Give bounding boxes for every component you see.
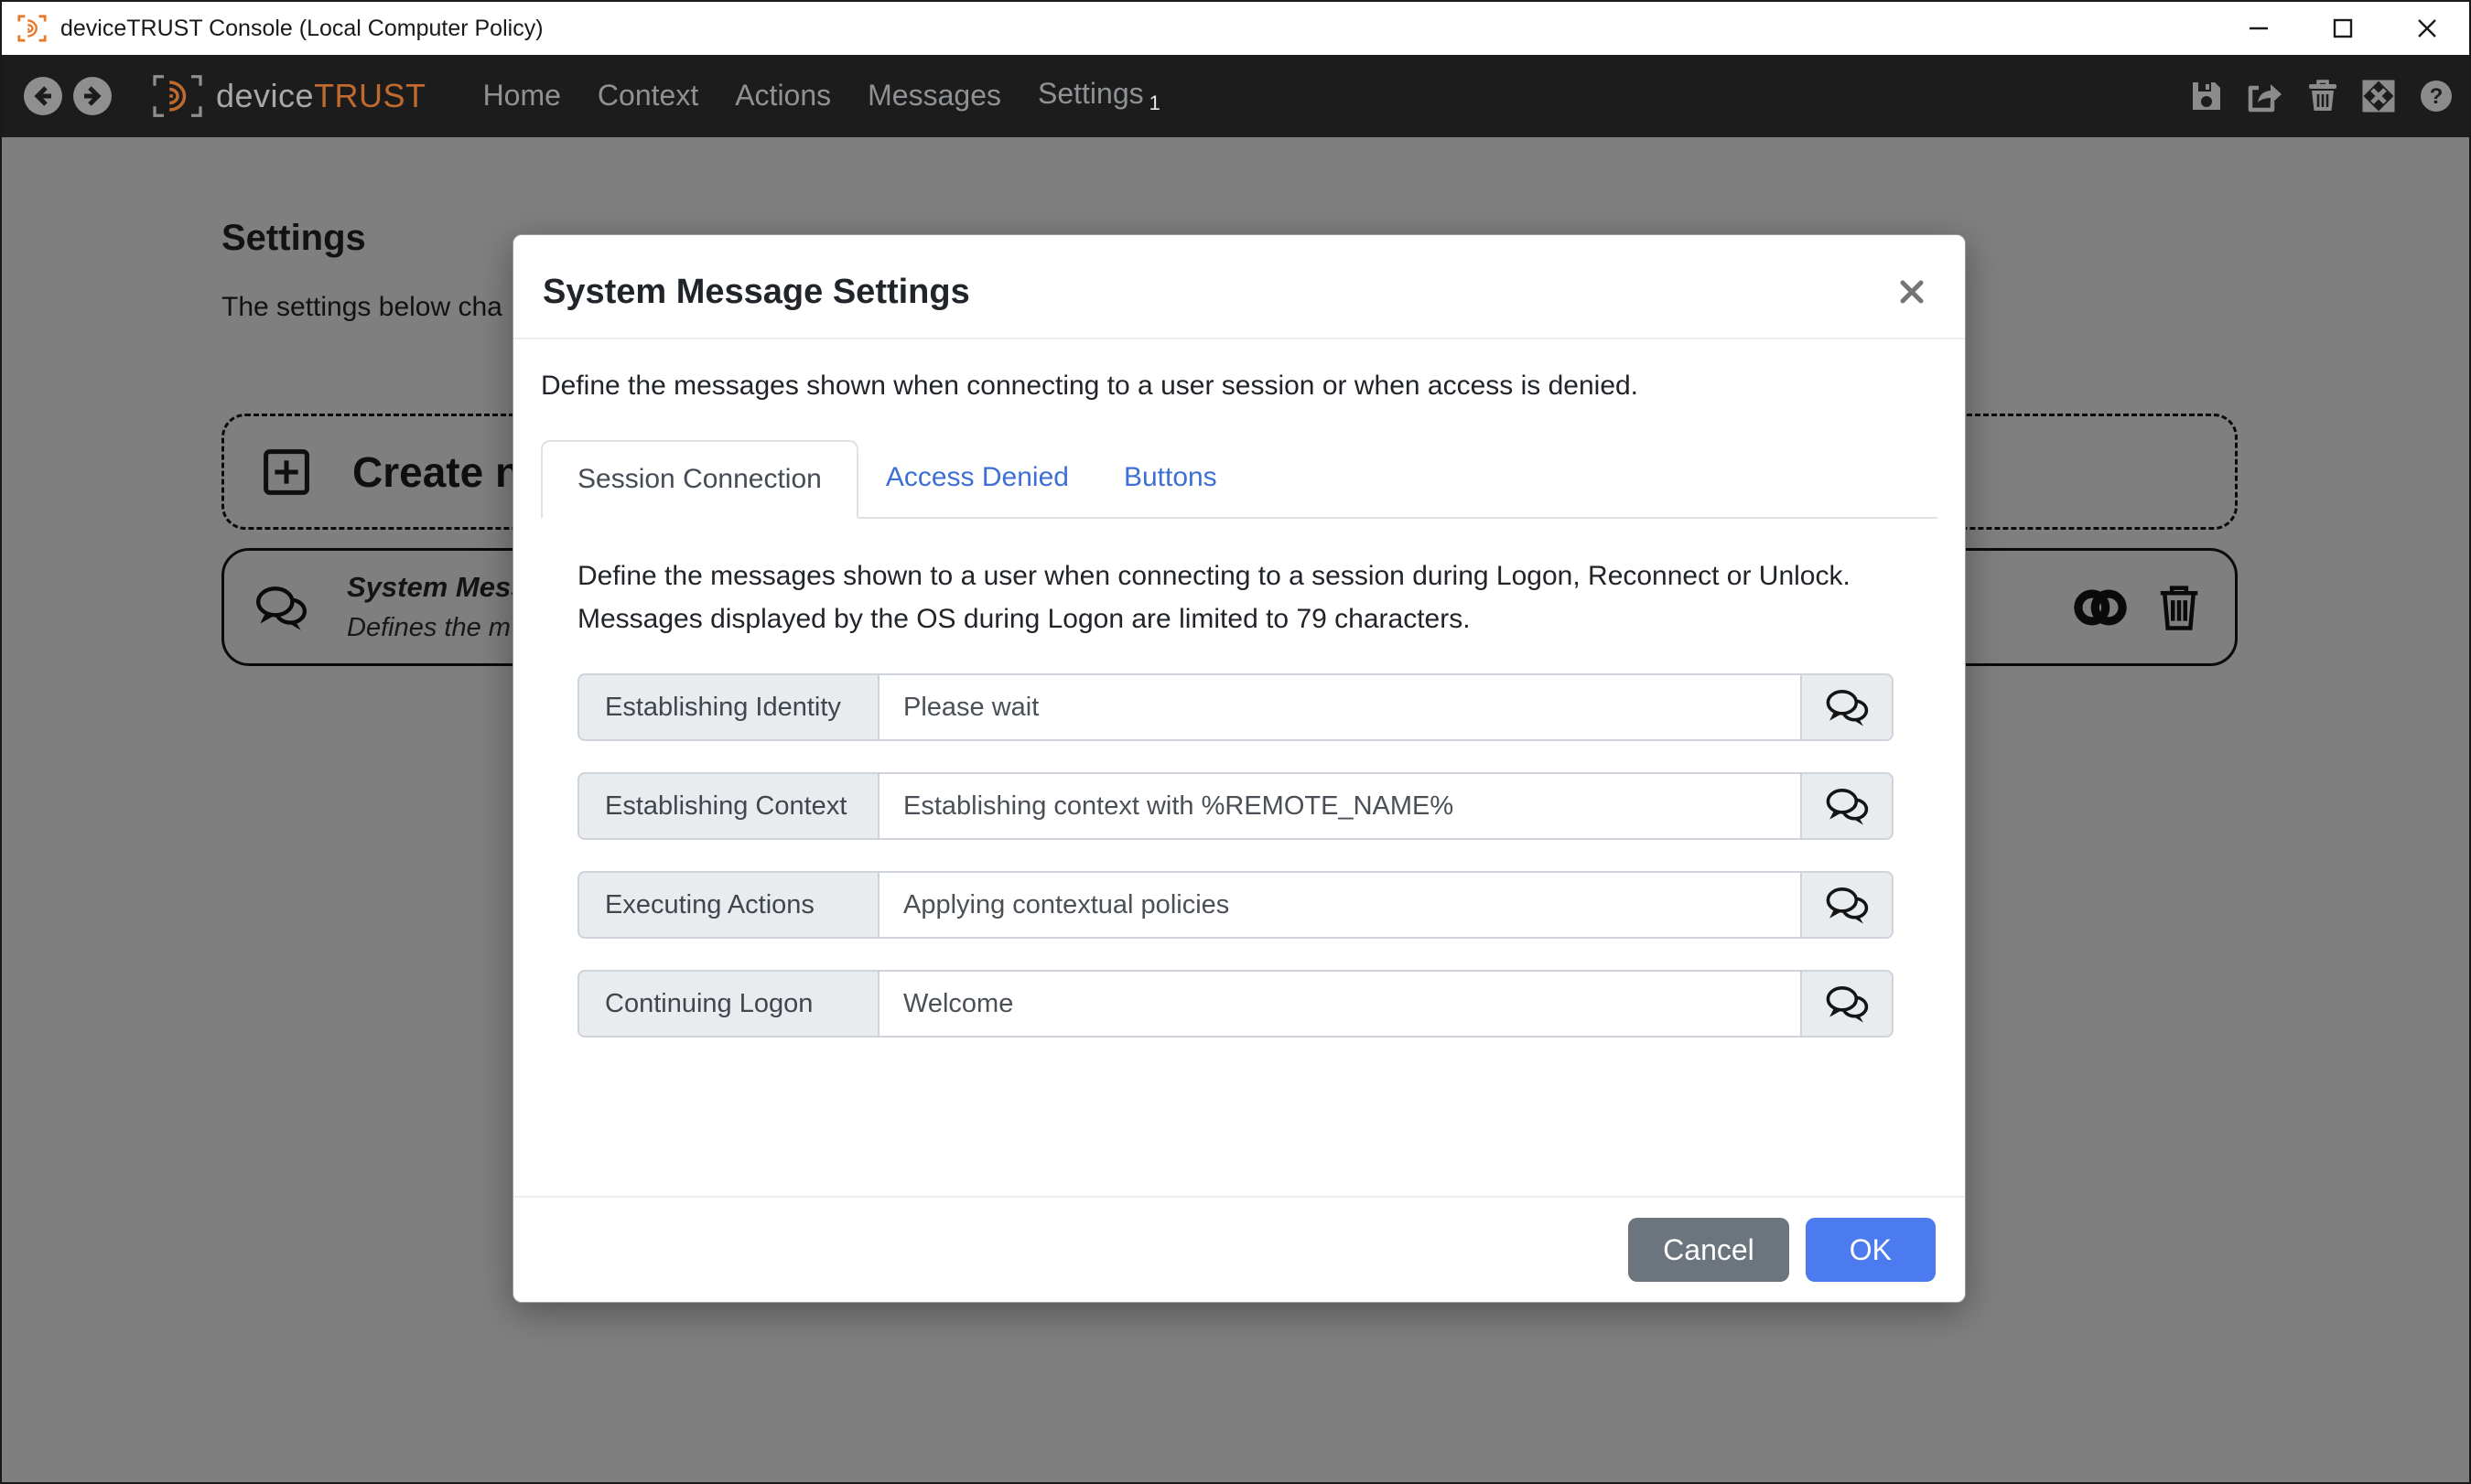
ok-button[interactable]: OK xyxy=(1806,1218,1936,1282)
help-button[interactable]: ? xyxy=(2418,78,2455,114)
modal-title: System Message Settings xyxy=(543,273,970,312)
help-icon: ? xyxy=(2418,78,2455,114)
modal-body: Define the messages shown when connectin… xyxy=(513,339,1965,1196)
app-icon xyxy=(16,13,48,44)
close-icon xyxy=(1896,276,1927,307)
message-preview-button-establishing-identity[interactable] xyxy=(1802,673,1894,741)
expand-button[interactable] xyxy=(2361,79,2396,113)
forward-button[interactable] xyxy=(73,77,112,115)
row-executing-actions: Executing Actions xyxy=(577,871,1894,939)
message-preview-button-establishing-context[interactable] xyxy=(1802,772,1894,840)
modal-header: System Message Settings xyxy=(513,235,1965,339)
tab-buttons[interactable]: Buttons xyxy=(1096,438,1245,517)
nav-item-actions[interactable]: Actions xyxy=(735,79,831,113)
pane-description: Define the messages shown to a user when… xyxy=(577,555,1859,640)
nav-item-settings[interactable]: Settings1 xyxy=(1038,77,1160,115)
delete-button[interactable] xyxy=(2306,79,2339,113)
tab-access-denied[interactable]: Access Denied xyxy=(858,438,1096,517)
row-continuing-logon: Continuing Logon xyxy=(577,970,1894,1038)
export-icon xyxy=(2246,79,2284,113)
messages-icon xyxy=(1823,784,1871,828)
save-icon xyxy=(2189,79,2224,113)
system-message-settings-dialog: System Message Settings Define the messa… xyxy=(513,234,1966,1303)
navbar: deviceTRUST Home Context Actions Message… xyxy=(2,55,2469,137)
nav-item-context[interactable]: Context xyxy=(598,79,698,113)
input-label-continuing-logon: Continuing Logon xyxy=(577,970,879,1038)
devicetrust-logo-icon xyxy=(150,73,205,119)
content-area: Settings The settings below cha Create n… xyxy=(2,137,2469,1482)
nav-item-messages[interactable]: Messages xyxy=(868,79,1001,113)
close-button[interactable] xyxy=(2385,2,2469,55)
message-input-executing-actions[interactable] xyxy=(879,871,1802,939)
message-preview-button-executing-actions[interactable] xyxy=(1802,871,1894,939)
messages-icon xyxy=(1823,685,1871,729)
nav-menu: Home Context Actions Messages Settings1 xyxy=(483,77,1160,115)
trash-icon xyxy=(2306,79,2339,113)
export-button[interactable] xyxy=(2246,79,2284,113)
message-input-establishing-context[interactable] xyxy=(879,772,1802,840)
brand-text: deviceTRUST xyxy=(216,77,426,115)
maximize-button[interactable] xyxy=(2301,2,2385,55)
row-establishing-identity: Establishing Identity xyxy=(577,673,1894,741)
messages-icon xyxy=(1823,982,1871,1026)
input-label-establishing-context: Establishing Context xyxy=(577,772,879,840)
save-button[interactable] xyxy=(2189,79,2224,113)
tab-bar: Session Connection Access Denied Buttons xyxy=(541,438,1937,519)
input-label-executing-actions: Executing Actions xyxy=(577,871,879,939)
titlebar: deviceTRUST Console (Local Computer Poli… xyxy=(2,2,2469,55)
session-connection-pane: Define the messages shown to a user when… xyxy=(541,519,1937,1038)
modal-description: Define the messages shown when connectin… xyxy=(541,371,1937,402)
app-window: deviceTRUST Console (Local Computer Poli… xyxy=(0,0,2471,1484)
modal-footer: Cancel OK xyxy=(513,1196,1965,1302)
settings-badge: 1 xyxy=(1149,91,1160,114)
messages-icon xyxy=(1823,883,1871,927)
minimize-button[interactable] xyxy=(2217,2,2301,55)
tab-session-connection[interactable]: Session Connection xyxy=(541,440,858,519)
modal-close-button[interactable] xyxy=(1892,272,1932,312)
back-button[interactable] xyxy=(24,77,62,115)
svg-text:?: ? xyxy=(2430,84,2444,109)
window-title: deviceTRUST Console (Local Computer Poli… xyxy=(60,16,544,42)
input-label-establishing-identity: Establishing Identity xyxy=(577,673,879,741)
expand-icon xyxy=(2361,79,2396,113)
nav-item-home[interactable]: Home xyxy=(483,79,561,113)
row-establishing-context: Establishing Context xyxy=(577,772,1894,840)
message-input-establishing-identity[interactable] xyxy=(879,673,1802,741)
message-input-continuing-logon[interactable] xyxy=(879,970,1802,1038)
cancel-button[interactable]: Cancel xyxy=(1628,1218,1789,1282)
message-preview-button-continuing-logon[interactable] xyxy=(1802,970,1894,1038)
brand[interactable]: deviceTRUST xyxy=(150,73,426,119)
